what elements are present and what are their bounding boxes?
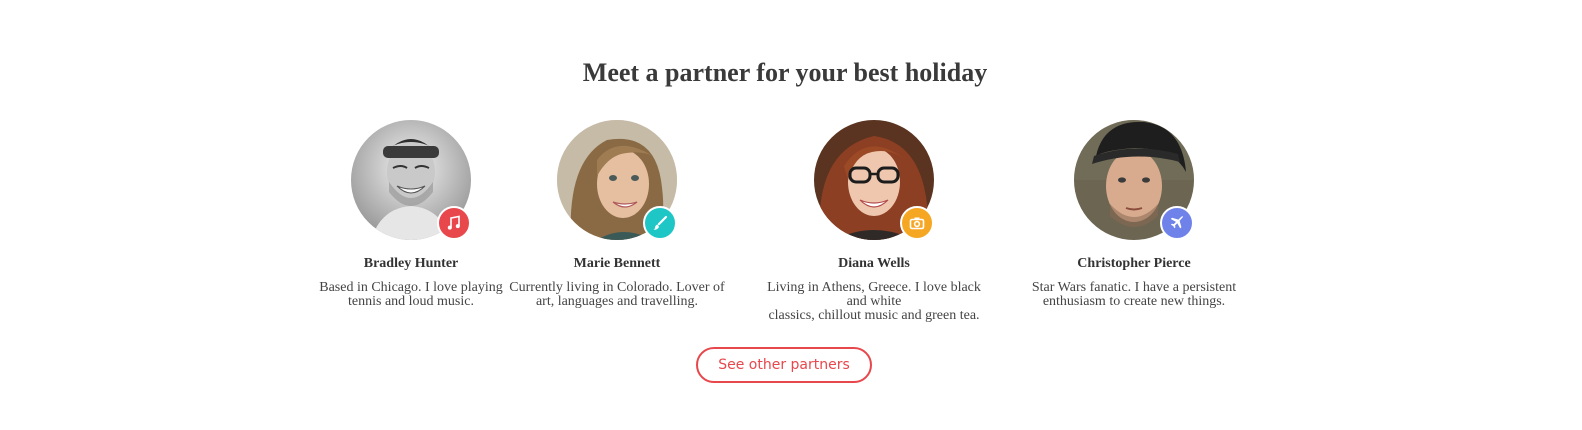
paintbrush-icon <box>653 215 668 230</box>
camera-icon <box>909 217 925 230</box>
airplane-icon <box>1170 216 1184 229</box>
partner-name: Marie Bennett <box>573 256 661 271</box>
partner-bio-line: Star Wars fanatic. I have a persistent <box>1031 280 1237 295</box>
camera-badge <box>900 206 934 240</box>
paintbrush-badge <box>643 206 677 240</box>
partner-bio-line: Living in Athens, Greece. I love black a… <box>767 280 981 309</box>
section-title: Meet a partner for your best holiday <box>582 58 988 87</box>
avatar-wrap <box>814 120 934 240</box>
music-note-icon <box>447 215 460 230</box>
partner-bio: Star Wars fanatic. I have a persistent e… <box>1019 281 1249 309</box>
partner-card: Bradley Hunter Based in Chicago. I love … <box>296 120 526 309</box>
partner-bio-line: art, languages and travelling. <box>535 294 699 309</box>
partner-bio-line: enthusiasm to create new things. <box>1042 294 1226 309</box>
partner-card: Diana Wells Living in Athens, Greece. I … <box>759 120 989 323</box>
partner-bio: Currently living in Colorado. Lover of a… <box>502 281 732 309</box>
airplane-badge <box>1160 206 1194 240</box>
partner-card: Marie Bennett Currently living in Colora… <box>502 120 732 309</box>
avatar-wrap <box>1074 120 1194 240</box>
partner-bio-line: classics, chillout music and green tea. <box>768 308 980 323</box>
avatar-wrap <box>557 120 677 240</box>
partner-name: Diana Wells <box>838 256 910 271</box>
partner-bio: Based in Chicago. I love playing tennis … <box>296 281 526 309</box>
avatar-wrap <box>351 120 471 240</box>
partner-bio-line: tennis and loud music. <box>348 294 474 309</box>
partner-bio-line: Based in Chicago. I love playing <box>319 280 503 295</box>
music-badge <box>437 206 471 240</box>
partner-bio-line: Currently living in Colorado. Lover of <box>509 280 725 295</box>
see-other-partners-button[interactable]: See other partners <box>696 347 872 383</box>
partner-bio: Living in Athens, Greece. I love black a… <box>759 281 989 323</box>
partner-name: Christopher Pierce <box>1077 256 1191 271</box>
partner-name: Bradley Hunter <box>363 256 459 271</box>
partner-card: Christopher Pierce Star Wars fanatic. I … <box>1019 120 1249 309</box>
